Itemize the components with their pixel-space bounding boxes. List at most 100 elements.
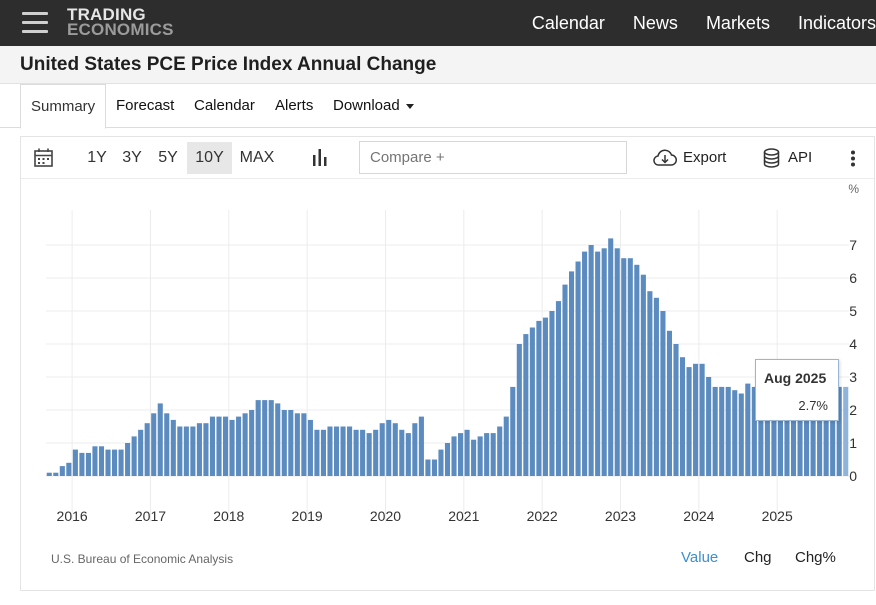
chart-bar[interactable]	[693, 363, 699, 476]
chart-bar[interactable]	[268, 400, 274, 476]
menu-icon[interactable]	[22, 12, 48, 34]
chart-bar[interactable]	[621, 258, 627, 476]
tab-summary[interactable]: Summary	[20, 84, 107, 129]
range-10y-button[interactable]: 10Y	[187, 142, 232, 174]
chart-bar[interactable]	[301, 413, 307, 476]
chart-bar[interactable]	[66, 462, 72, 476]
chart-bar[interactable]	[255, 400, 261, 476]
range-max-button[interactable]: MAX	[237, 142, 277, 174]
chg-percent-toggle[interactable]: Chg%	[795, 549, 836, 566]
chart-bar[interactable]	[399, 429, 405, 476]
chart-bar[interactable]	[307, 419, 313, 476]
chart-bar[interactable]	[98, 446, 105, 476]
trading-economics-logo[interactable]: TRADING ECONOMICS	[67, 6, 174, 38]
chart-bar[interactable]	[699, 363, 705, 476]
chart-bar[interactable]	[46, 472, 52, 476]
chart-bar[interactable]	[516, 344, 522, 476]
chart-bar[interactable]	[85, 452, 91, 476]
chart-bar[interactable]	[196, 423, 202, 476]
chart-bar[interactable]	[843, 386, 849, 476]
chart-bar[interactable]	[249, 410, 255, 476]
chart-bar[interactable]	[529, 327, 535, 477]
chart-bar[interactable]	[320, 429, 326, 476]
tab-download[interactable]: Download	[333, 84, 414, 128]
tab-calendar[interactable]: Calendar	[194, 84, 255, 128]
chart-bar[interactable]	[412, 423, 418, 476]
chart-bar[interactable]	[125, 443, 131, 476]
chart-bar[interactable]	[477, 436, 483, 476]
more-options-icon[interactable]	[850, 150, 856, 167]
chart-bar[interactable]	[177, 426, 183, 477]
chart-bar[interactable]	[79, 452, 85, 476]
chart-bar[interactable]	[138, 429, 144, 476]
chart-bar[interactable]	[229, 419, 235, 476]
chart-bar[interactable]	[438, 449, 444, 476]
value-toggle[interactable]: Value	[681, 549, 718, 566]
chart-bar[interactable]	[666, 330, 673, 476]
chart-bar[interactable]	[719, 386, 725, 476]
chart-bar[interactable]	[118, 449, 124, 476]
chart-bar[interactable]	[418, 416, 424, 476]
compare-input[interactable]	[359, 141, 627, 174]
chart-bar[interactable]	[190, 426, 196, 477]
chart-bar[interactable]	[536, 320, 542, 476]
chart-bar[interactable]	[72, 449, 78, 476]
chart-bar[interactable]	[288, 410, 294, 476]
chart-bar[interactable]	[497, 426, 503, 477]
chart-bar[interactable]	[608, 238, 614, 476]
chart-bar[interactable]	[444, 443, 451, 476]
chart-bar[interactable]	[484, 433, 490, 476]
chart-bar[interactable]	[627, 258, 633, 476]
export-button[interactable]: Export	[653, 142, 726, 174]
chart-bar[interactable]	[686, 367, 692, 476]
chart-bar[interactable]	[647, 291, 653, 476]
chart-bar[interactable]	[222, 416, 229, 476]
chart-bar[interactable]	[216, 416, 222, 476]
chart-bar[interactable]	[105, 449, 111, 476]
chart-bar[interactable]	[503, 416, 509, 476]
chart-bar[interactable]	[640, 274, 646, 476]
chart-bar[interactable]	[92, 446, 98, 476]
chart-bar[interactable]	[745, 383, 751, 476]
tab-alerts[interactable]: Alerts	[275, 84, 313, 128]
chart-bar[interactable]	[386, 419, 392, 476]
chart-bar[interactable]	[340, 426, 346, 477]
chart-bar[interactable]	[170, 419, 176, 476]
chart-bar[interactable]	[542, 317, 548, 476]
chart-bar[interactable]	[144, 423, 150, 476]
chart-bar[interactable]	[59, 466, 65, 476]
chart-bar[interactable]	[490, 433, 496, 476]
chart-bar[interactable]	[425, 459, 431, 477]
chart-bar[interactable]	[510, 386, 516, 476]
chart-bar[interactable]	[327, 426, 333, 477]
chart-bar[interactable]	[209, 416, 216, 476]
nav-markets-link[interactable]: Markets	[706, 13, 770, 34]
chart-bar[interactable]	[347, 426, 353, 477]
chart-bar[interactable]	[464, 429, 470, 476]
chart-bar[interactable]	[614, 248, 620, 476]
bar-chart-icon[interactable]	[311, 149, 329, 166]
nav-indicators-link[interactable]: Indicators	[798, 13, 876, 34]
chart-bar[interactable]	[431, 459, 437, 477]
chart-bar[interactable]	[601, 248, 607, 476]
chart-bar[interactable]	[392, 423, 398, 476]
chart-bar[interactable]	[706, 377, 712, 476]
chart-bar[interactable]	[595, 251, 601, 476]
nav-news-link[interactable]: News	[633, 13, 678, 34]
chart-bar[interactable]	[360, 429, 366, 476]
chart-bar[interactable]	[131, 436, 137, 476]
chart-bar[interactable]	[157, 403, 163, 476]
chart-bar[interactable]	[582, 251, 588, 476]
chart-bar[interactable]	[575, 261, 581, 477]
chart-bar[interactable]	[555, 301, 562, 476]
chart-bar[interactable]	[353, 429, 359, 476]
chart-bar[interactable]	[294, 413, 300, 476]
range-5y-button[interactable]: 5Y	[154, 142, 182, 174]
chart-bar[interactable]	[679, 357, 686, 476]
chart-bar[interactable]	[405, 433, 411, 476]
chart-bar[interactable]	[634, 264, 640, 476]
chart-bar[interactable]	[562, 284, 568, 476]
chart-bar[interactable]	[314, 429, 320, 476]
chart-bar[interactable]	[366, 433, 372, 476]
chart-bar[interactable]	[151, 413, 157, 476]
